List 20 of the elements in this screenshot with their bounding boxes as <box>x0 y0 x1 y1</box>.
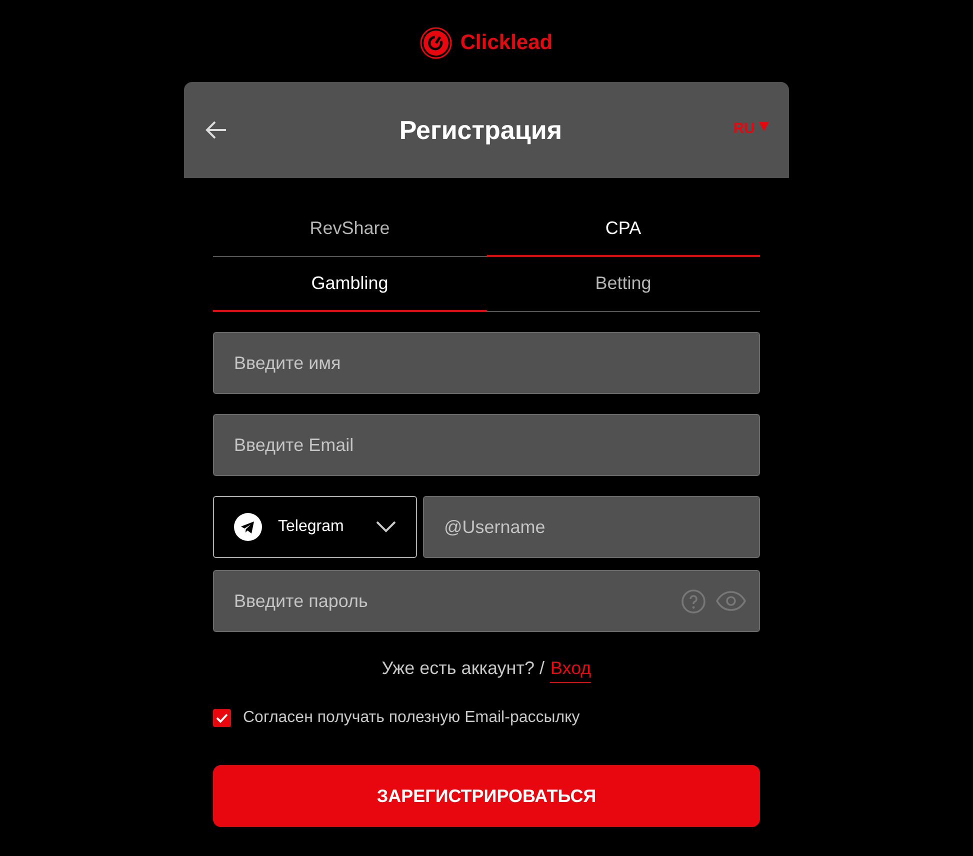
username-field[interactable]: @Username <box>423 496 760 558</box>
messenger-select[interactable]: Telegram <box>213 496 417 558</box>
newsletter-checkbox[interactable] <box>213 709 231 727</box>
register-button[interactable]: ЗАРЕГИСТРИРОВАТЬСЯ <box>213 765 760 827</box>
chevron-down-icon <box>376 521 396 533</box>
logo-icon <box>420 27 452 59</box>
login-link[interactable]: Вход <box>550 658 592 683</box>
login-prompt: Уже есть аккаунт? / <box>382 658 544 680</box>
tab[interactable]: RevShare <box>213 202 486 257</box>
tab[interactable]: Gambling <box>213 257 486 312</box>
tab[interactable]: Betting <box>486 257 760 312</box>
page-title: Регистрация <box>399 114 562 146</box>
name-field[interactable]: Введите имя <box>213 332 760 394</box>
email-field[interactable]: Введите Email <box>213 414 760 476</box>
telegram-icon <box>234 513 262 541</box>
logo-text: Clicklead <box>460 31 553 55</box>
tab[interactable]: CPA <box>486 202 760 257</box>
newsletter-label: Согласен получать полезную Email-рассылку <box>243 709 580 727</box>
caret-icon <box>759 122 769 130</box>
back-button[interactable] <box>204 120 228 140</box>
